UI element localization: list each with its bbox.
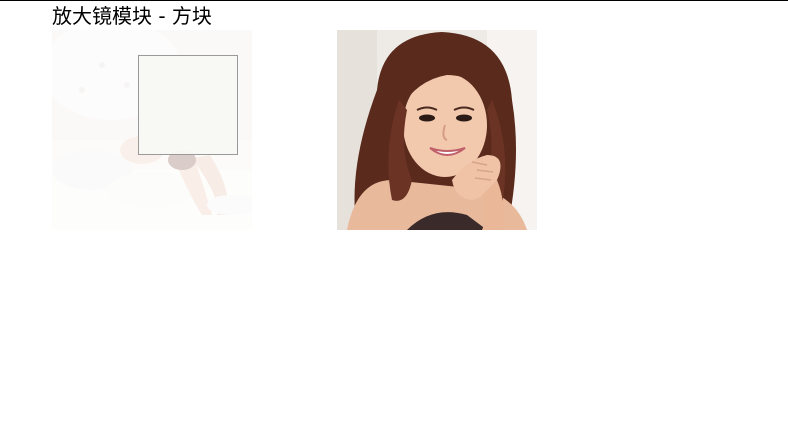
page-title: 放大镜模块 - 方块: [52, 4, 212, 28]
top-divider: [0, 0, 788, 1]
magnifier-lens[interactable]: [138, 55, 238, 155]
zoomed-portrait-photo-icon: [337, 30, 537, 230]
zoom-preview: [337, 30, 537, 230]
source-thumbnail[interactable]: [52, 30, 252, 230]
